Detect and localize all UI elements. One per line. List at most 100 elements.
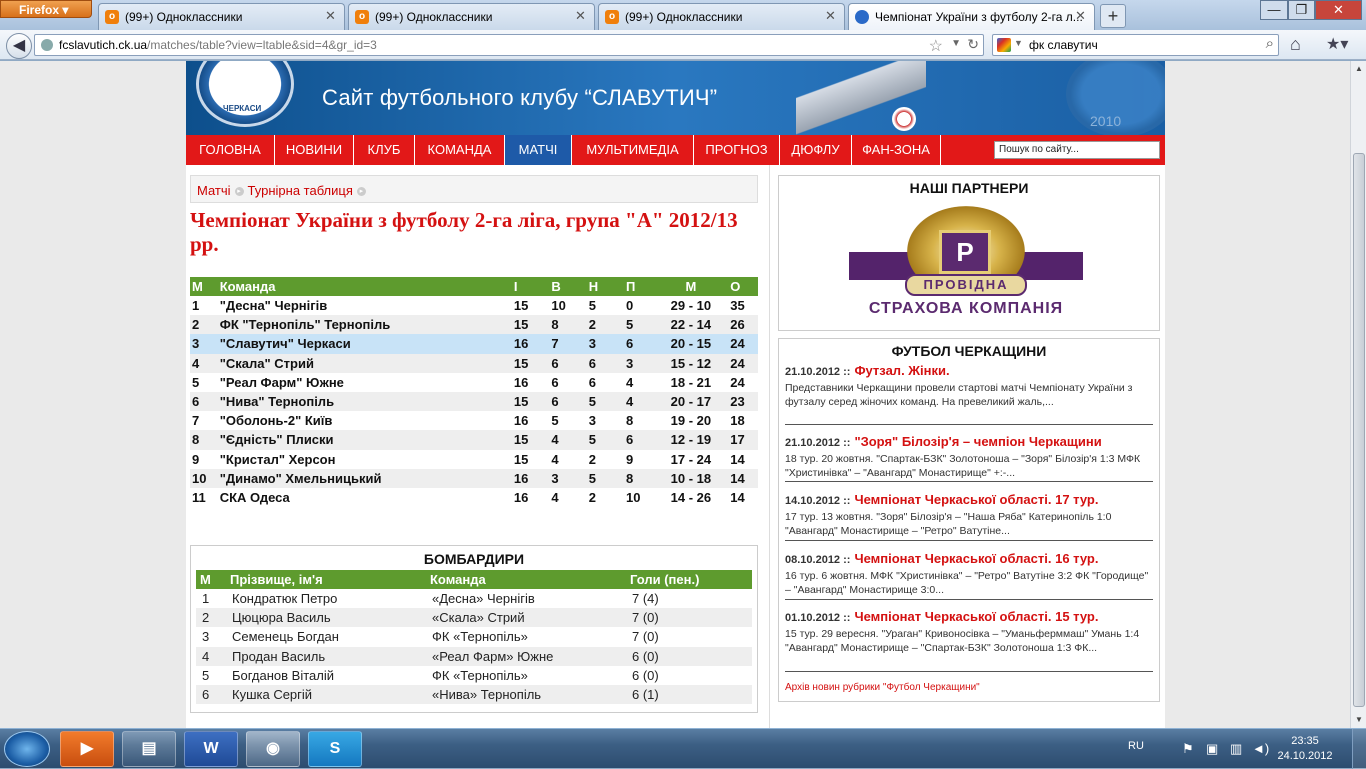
address-bar[interactable]: fcslavutich.ck.ua/matches/table?view=lta…: [34, 34, 984, 56]
word-icon[interactable]: W: [184, 731, 238, 767]
menu-item-youth[interactable]: ДЮФЛУ: [780, 135, 852, 165]
table-row: 4 Продан Василь «Реал Фарм» Южне 6 (0): [196, 646, 752, 666]
news-item: 21.10.2012 :: Футзал. Жінки. Представники…: [785, 363, 1153, 425]
cell-position: 5: [192, 374, 200, 390]
close-icon[interactable]: ✕: [1073, 8, 1088, 23]
cell-position: 10: [190, 468, 218, 488]
tab-label: (99+) Одноклассники: [625, 10, 743, 24]
flag-icon[interactable]: ⚑: [1182, 741, 1194, 757]
col-goals-pen: Голи (пен.): [626, 570, 752, 589]
logo-word: ПРОВІДНА: [905, 274, 1027, 296]
col-losses: П: [624, 277, 662, 296]
header-crest-decoration: 2010: [1066, 61, 1165, 135]
menu-item-team[interactable]: КОМАНДА: [415, 135, 505, 165]
club-crest-logo[interactable]: ЧЕРКАСИ: [196, 61, 294, 127]
firefox-menu-button[interactable]: Firefox ▾: [0, 0, 92, 18]
search-icon[interactable]: ⌕: [1266, 35, 1274, 52]
media-player-icon[interactable]: ▶: [60, 731, 114, 767]
cell-team[interactable]: "Десна" Чернігів: [218, 296, 512, 315]
url-host: fcslavutich.ck.ua: [59, 38, 148, 52]
cell-team[interactable]: "Єдність" Плиски: [217, 430, 512, 450]
news-archive-link[interactable]: Архів новин рубрики "Футбол Черкащини": [785, 682, 980, 693]
close-icon[interactable]: ✕: [573, 8, 588, 23]
bookmark-star-icon[interactable]: ☆: [929, 36, 943, 56]
vertical-scrollbar[interactable]: ▲ ▼: [1350, 61, 1366, 728]
site-identity-icon[interactable]: [41, 39, 53, 51]
scrollbar-thumb[interactable]: [1353, 153, 1365, 707]
back-arrow-icon[interactable]: ◀: [6, 33, 32, 59]
cell-team[interactable]: "Реал Фарм" Южне: [218, 373, 512, 392]
col-goals: М: [661, 277, 721, 296]
network-icon[interactable]: ▥: [1230, 741, 1242, 757]
scroll-up-arrow-icon[interactable]: ▲: [1352, 61, 1366, 77]
google-icon[interactable]: [997, 38, 1011, 52]
news-title-link[interactable]: "Зоря" Білозір'я – чемпіон Черкащини: [854, 434, 1101, 449]
cell-team[interactable]: "Динамо" Хмельницький: [217, 468, 512, 488]
search-bar[interactable]: ▼ фк славутич ⌕: [992, 34, 1279, 56]
cell-team[interactable]: ФК "Тернопіль" Тернопіль: [217, 315, 512, 335]
home-icon[interactable]: ⌂: [1290, 34, 1301, 55]
chevron-down-icon[interactable]: ▼: [951, 38, 961, 49]
scroll-down-arrow-icon[interactable]: ▼: [1352, 712, 1366, 728]
browser-tab-active[interactable]: Чемпіонат України з футболу 2-га л... ✕: [848, 3, 1095, 30]
chevron-down-icon[interactable]: ▼: [1014, 38, 1023, 48]
cell-goals-pen: 7 (0): [632, 629, 659, 645]
site-search-input[interactable]: Пошук по сайту...: [994, 141, 1160, 159]
cell-club: «Десна» Чернігів: [432, 591, 535, 607]
menu-item-fan-zone[interactable]: ФАН-ЗОНА: [852, 135, 941, 165]
skype-icon[interactable]: S: [308, 731, 362, 767]
menu-item-matches[interactable]: МАТЧІ: [505, 135, 572, 165]
firefox-icon[interactable]: ◉: [246, 731, 300, 767]
breadcrumb-matches[interactable]: Матчі: [197, 183, 231, 198]
language-indicator[interactable]: RU: [1128, 740, 1144, 752]
cell-position: 9: [192, 451, 200, 467]
news-title-link[interactable]: Чемпіонат Черкаської області. 17 тур.: [854, 492, 1098, 507]
start-button[interactable]: [4, 731, 50, 767]
regional-news-box: ФУТБОЛ ЧЕРКАЩИНИ 21.10.2012 :: Футзал. Жі…: [778, 338, 1160, 702]
menu-item-home[interactable]: ГОЛОВНА: [186, 135, 275, 165]
browser-tab[interactable]: о (99+) Одноклассники ✕: [348, 3, 595, 30]
device-icon[interactable]: ▣: [1206, 741, 1218, 757]
cell-team[interactable]: СКА Одеса: [218, 488, 512, 507]
menu-item-multimedia[interactable]: МУЛЬТИМЕДІА: [572, 135, 694, 165]
news-title-link[interactable]: Чемпіонат Черкаської області. 15 тур.: [854, 609, 1098, 624]
ball-image: [892, 107, 916, 131]
cell-team[interactable]: "Скала" Стрий: [217, 353, 512, 373]
cell-team[interactable]: "Кристал" Херсон: [218, 450, 512, 469]
system-clock[interactable]: 23:35 24.10.2012: [1270, 734, 1340, 764]
menu-item-club[interactable]: КЛУБ: [354, 135, 415, 165]
cell-team[interactable]: "Оболонь-2" Київ: [218, 411, 512, 430]
browser-tab[interactable]: о (99+) Одноклассники ✕: [598, 3, 845, 30]
browser-tab[interactable]: о (99+) Одноклассники ✕: [98, 3, 345, 30]
cell-points: 14: [720, 468, 758, 488]
close-icon[interactable]: ✕: [323, 8, 338, 23]
menu-item-forecast[interactable]: ПРОГНОЗ: [694, 135, 780, 165]
page-viewport: ЧЕРКАСИ Сайт футбольного клубу “СЛАВУТИЧ…: [0, 61, 1350, 728]
news-title-link[interactable]: Чемпіонат Черкаської області. 16 тур.: [854, 551, 1098, 566]
close-window-button[interactable]: ✕: [1315, 0, 1362, 20]
new-tab-button[interactable]: +: [1100, 4, 1126, 28]
cell-team[interactable]: "Славутич" Черкаси: [217, 334, 512, 354]
close-icon[interactable]: ✕: [823, 8, 838, 23]
cell-team[interactable]: "Нива" Тернопіль: [217, 391, 512, 412]
club-icon: [855, 10, 869, 24]
menu-item-news[interactable]: НОВИНИ: [275, 135, 354, 165]
partner-logo[interactable]: Р ПРОВІДНА СТРАХОВА КОМПАНІЯ: [849, 202, 1083, 322]
cell-draws: 2: [588, 489, 596, 505]
explorer-icon[interactable]: ▤: [122, 731, 176, 767]
show-desktop-button[interactable]: [1352, 729, 1366, 769]
news-excerpt: 15 тур. 29 вересня. "Ураган" Кривоносівк…: [785, 628, 1140, 654]
breadcrumb-standings[interactable]: Турнірна таблиця: [248, 183, 353, 198]
cell-draws: 6: [588, 374, 596, 390]
minimize-button[interactable]: —: [1260, 0, 1288, 20]
cell-wins: 4: [551, 489, 559, 505]
cell-points: 14: [730, 489, 745, 505]
cell-goals: 20 - 15: [661, 334, 721, 354]
volume-icon[interactable]: ◄): [1252, 741, 1269, 756]
bookmarks-icon[interactable]: ★▾: [1326, 34, 1348, 54]
reload-icon[interactable]: ↻: [967, 36, 979, 53]
site-slogan: Сайт футбольного клубу “СЛАВУТИЧ”: [322, 85, 718, 110]
maximize-button[interactable]: ❐: [1288, 0, 1315, 20]
news-title-link[interactable]: Футзал. Жінки.: [854, 363, 949, 378]
cell-points: 18: [730, 413, 745, 429]
